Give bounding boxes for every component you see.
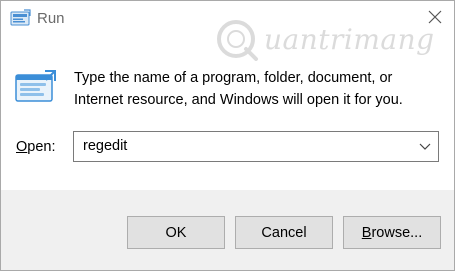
- chevron-down-icon: [419, 138, 431, 156]
- message-line-2: Internet resource, and Windows will open…: [74, 92, 403, 108]
- dialog-message: Type the name of a program, folder, docu…: [74, 67, 444, 111]
- close-icon: [428, 10, 442, 29]
- open-label-rest: pen:: [27, 139, 56, 155]
- watermark-text: uantrimang: [264, 23, 435, 56]
- title-bar[interactable]: Run uantrimang: [1, 1, 454, 61]
- open-combobox[interactable]: regedit: [73, 131, 439, 162]
- open-label-mnemonic: O: [16, 139, 28, 155]
- button-bar: OK Cancel Browse...: [1, 190, 454, 270]
- open-input[interactable]: regedit: [83, 138, 127, 154]
- run-icon: [10, 9, 31, 28]
- open-label: Open:: [16, 139, 56, 155]
- message-line-1: Type the name of a program, folder, docu…: [74, 70, 393, 86]
- watermark-logo: uantrimang: [214, 15, 444, 63]
- close-button[interactable]: [420, 5, 450, 33]
- ok-button[interactable]: OK: [127, 216, 225, 249]
- browse-button[interactable]: Browse...: [343, 216, 441, 249]
- run-program-icon: [15, 69, 57, 105]
- window-title: Run: [37, 10, 65, 27]
- browse-label-rest: rowse...: [371, 224, 423, 241]
- cancel-button[interactable]: Cancel: [235, 216, 333, 249]
- browse-mnemonic: B: [361, 224, 372, 241]
- run-dialog: Run uantrimang Type the name of a progra…: [0, 0, 455, 271]
- dropdown-button[interactable]: [416, 138, 434, 156]
